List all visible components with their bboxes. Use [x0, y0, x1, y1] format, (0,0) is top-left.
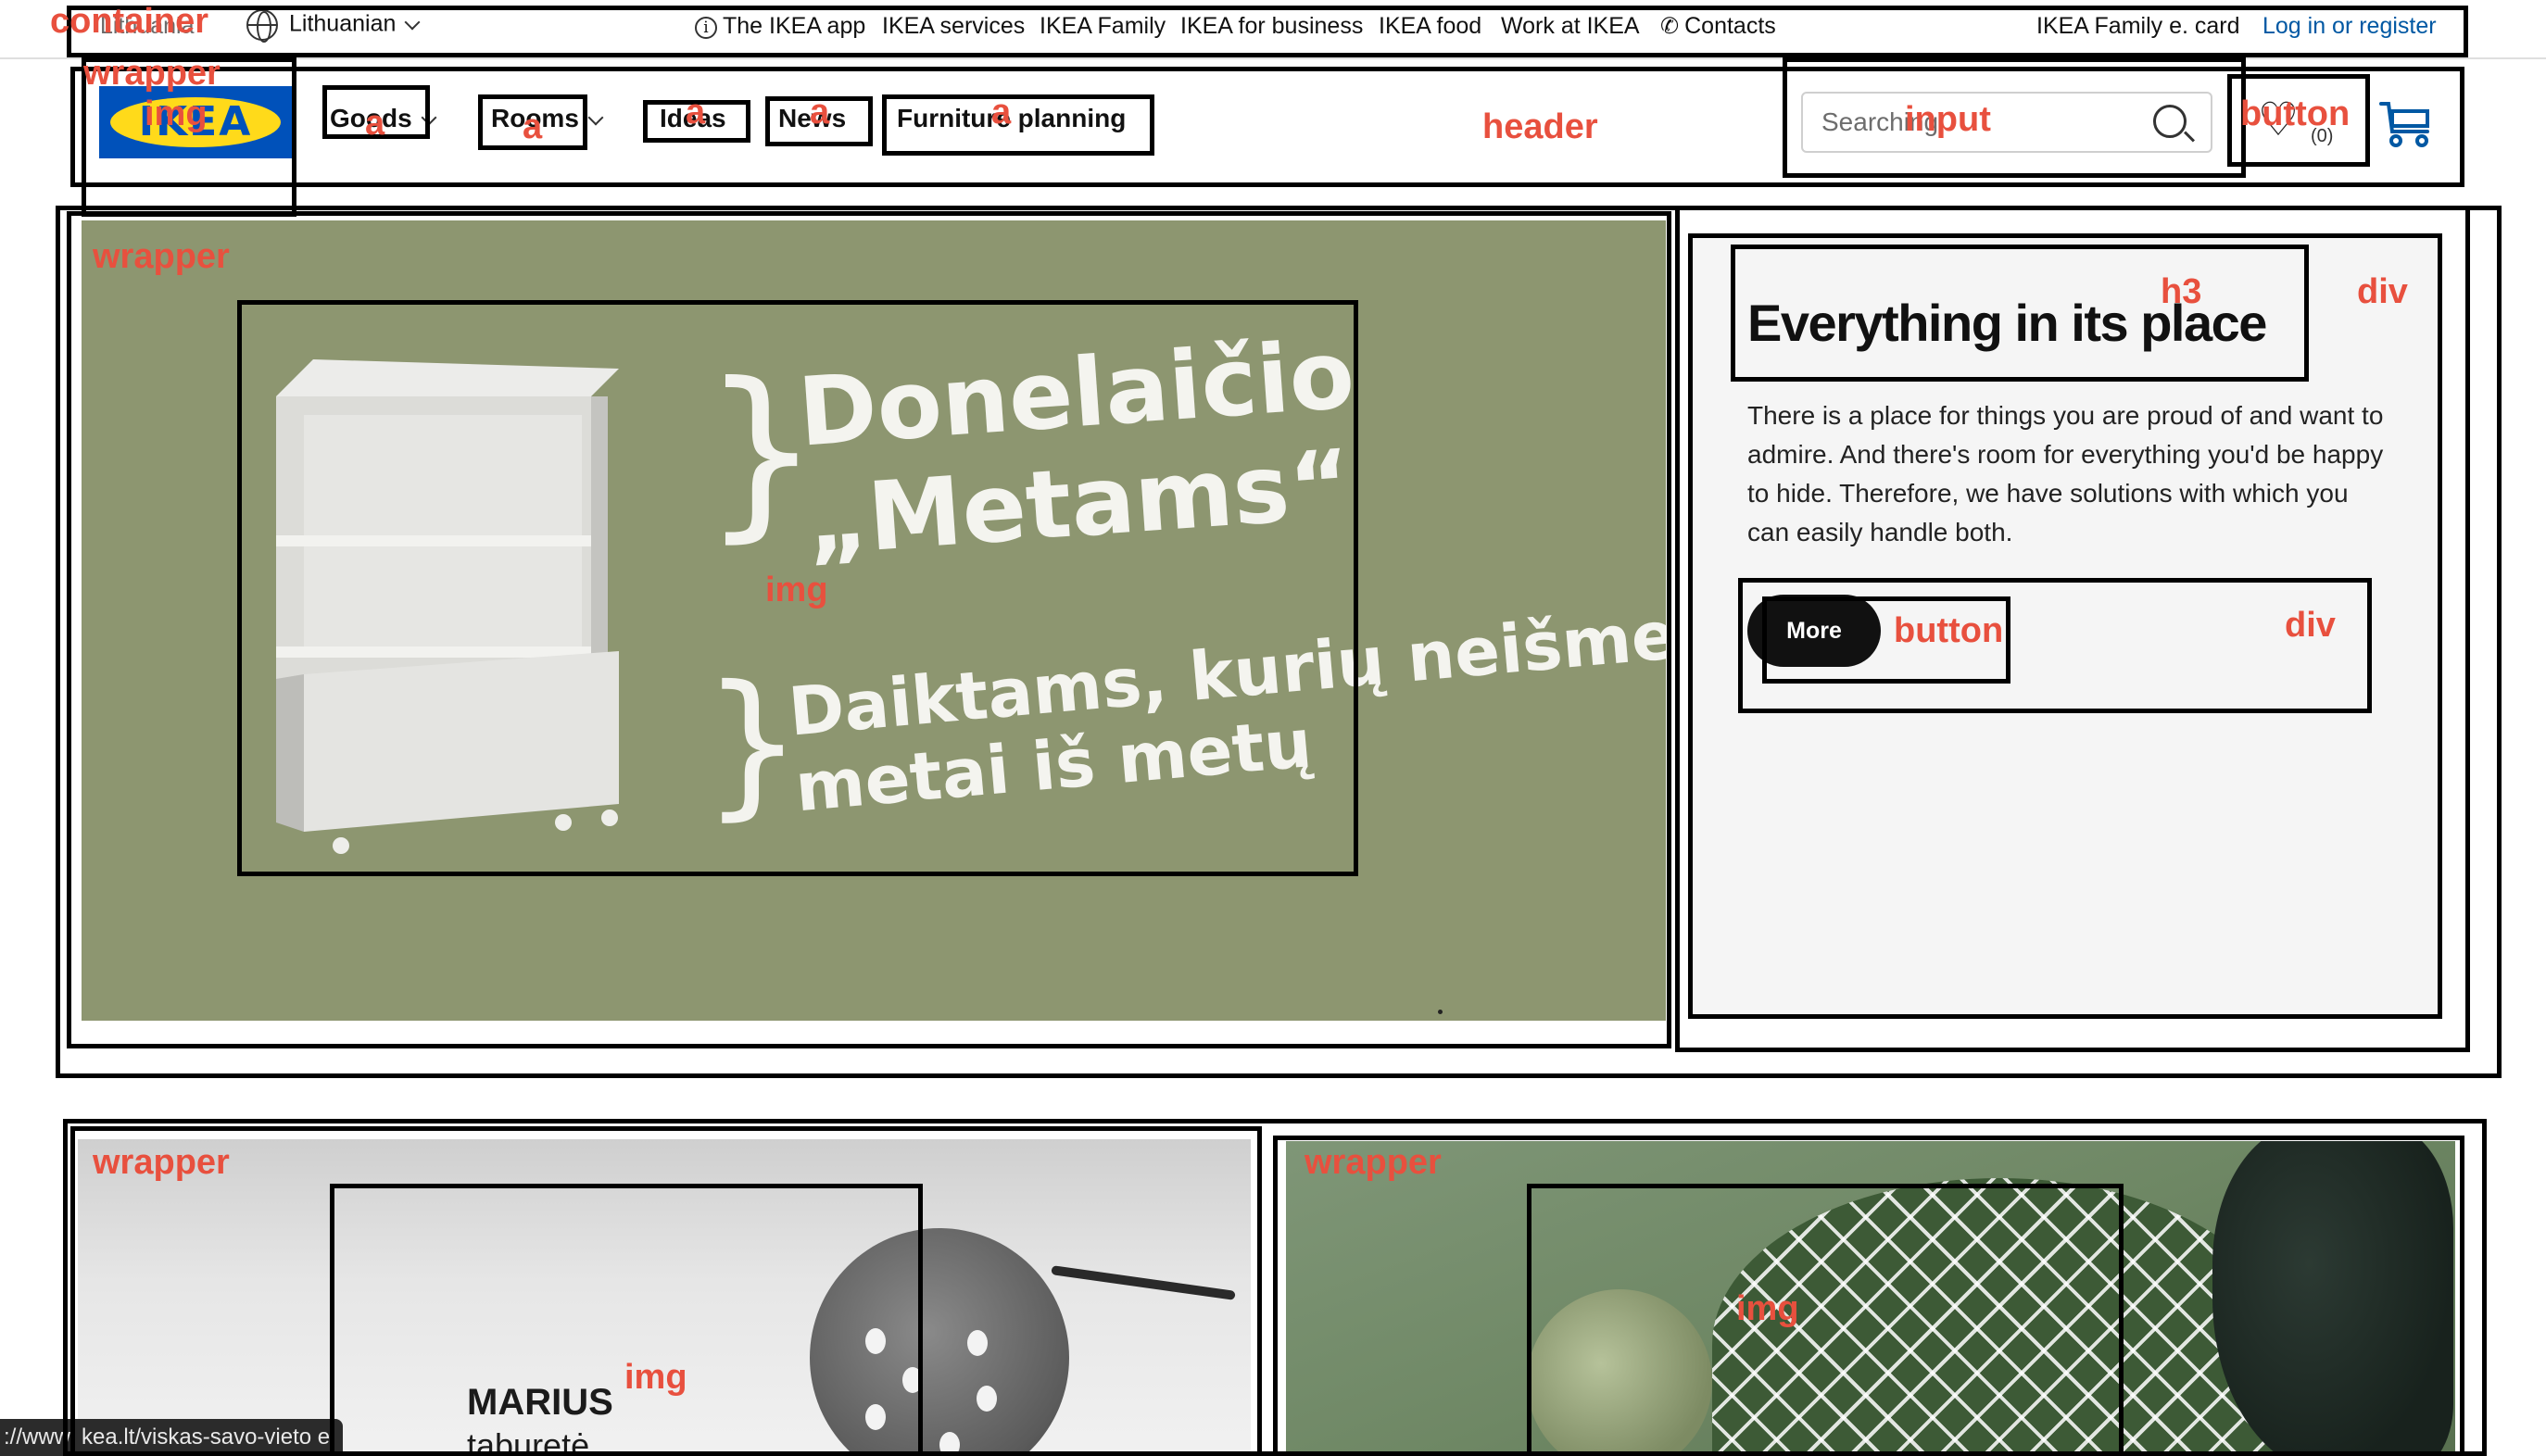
annotation-label-div-card: div [2357, 272, 2408, 311]
phone-icon: ✆ [1660, 14, 1680, 39]
annotation-label-wrapper-tile1: wrapper [93, 1143, 230, 1182]
stool-seat-image [810, 1228, 1069, 1456]
annotation-label-h3: h3 [2161, 272, 2202, 311]
product-type: taburetė [467, 1426, 590, 1456]
annotation-label-a-rooms: a [523, 107, 543, 146]
annotation-label-wrapper-tile2: wrapper [1305, 1143, 1442, 1182]
hero-title: Donelaičio „Metams“ [795, 320, 1366, 577]
annotation-label-button-fav: button [2240, 94, 2351, 133]
stool-hole [939, 1432, 960, 1456]
link-family-card[interactable]: IKEA Family e. card [2036, 13, 2240, 40]
annotation-label-a-planning: a [991, 93, 1012, 132]
stool-hole [967, 1330, 988, 1356]
annotation-label-img-hero: img [765, 571, 828, 609]
annotation-label-input: input [1905, 100, 1991, 139]
annotation-label-img-tile2: img [1736, 1289, 1799, 1328]
produce-net-tile[interactable] [1286, 1141, 2455, 1456]
link-ikea-app-label: The IKEA app [723, 13, 866, 39]
annotation-label-a-ideas: a [686, 93, 706, 132]
annotation-label-container: container [50, 2, 209, 41]
annotation-label-img-tile1: img [624, 1358, 687, 1397]
bookshelf-illustration [276, 359, 619, 854]
annotation-label-header: header [1482, 107, 1598, 146]
link-ikea-business[interactable]: IKEA for business [1180, 13, 1363, 40]
kale-image [2212, 1141, 2453, 1456]
link-ikea-services[interactable]: IKEA services [882, 13, 1025, 40]
stool-hole [865, 1404, 886, 1430]
language-selector[interactable]: Lithuanian [246, 9, 421, 43]
search-icon[interactable] [2153, 105, 2187, 138]
chevron-down-icon [404, 14, 421, 31]
top-utility-bar: Lithuania Lithuanian i The IKEA app IKEA … [0, 0, 2546, 59]
marius-stool-tile[interactable]: MARIUS taburetė [78, 1139, 1251, 1456]
link-ikea-food[interactable]: IKEA food [1379, 13, 1481, 40]
search-box [1801, 92, 2212, 153]
annotation-label-img-logo: img [145, 94, 208, 133]
link-work-at-ikea[interactable]: Work at IKEA [1501, 13, 1640, 40]
nav-rooms[interactable]: Rooms [491, 104, 604, 133]
language-label: Lithuanian [289, 10, 397, 37]
link-ikea-app[interactable]: i The IKEA app [695, 13, 865, 40]
chevron-down-icon [421, 109, 437, 126]
annotation-label-button-more: button [1894, 611, 2004, 650]
annotation-label-a-goods: a [365, 104, 385, 143]
annotation-label-wrapper-logo: wrapper [83, 54, 221, 93]
hero-banner-image[interactable]: } } Donelaičio „Metams“ Daiktams, kurių … [82, 220, 1666, 1021]
card-description: There is a place for things you are prou… [1747, 401, 2384, 546]
annotation-label-wrapper-hero: wrapper [93, 237, 230, 276]
annotation-label-a-news: a [810, 93, 830, 132]
link-ikea-family[interactable]: IKEA Family [1040, 13, 1166, 40]
globe-icon [246, 9, 278, 43]
link-contacts-label: Contacts [1684, 13, 1776, 39]
hero-subtitle: Daiktams, kurių neišmeti metai iš metų [786, 591, 1666, 826]
stool-hole [865, 1328, 886, 1354]
stool-leg [1051, 1265, 1236, 1300]
product-name: MARIUS [467, 1382, 613, 1423]
more-button[interactable]: More [1747, 595, 1881, 667]
login-link[interactable]: Log in or register [2262, 13, 2437, 40]
stool-hole [902, 1367, 923, 1393]
cart-icon[interactable] [2377, 100, 2433, 148]
annotation-label-div-btn: div [2285, 606, 2336, 645]
stool-hole [977, 1386, 997, 1412]
artichoke-image [1527, 1289, 1712, 1456]
carousel-dot [1438, 1010, 1443, 1014]
chevron-down-icon [587, 109, 604, 126]
info-icon: i [695, 17, 717, 39]
status-bar-url: ://www. kea.lt/viskas-savo-vieto e [0, 1419, 344, 1456]
nav-furniture-planning[interactable]: Furniture planning [897, 104, 1126, 133]
link-contacts[interactable]: ✆ Contacts [1660, 13, 1776, 40]
